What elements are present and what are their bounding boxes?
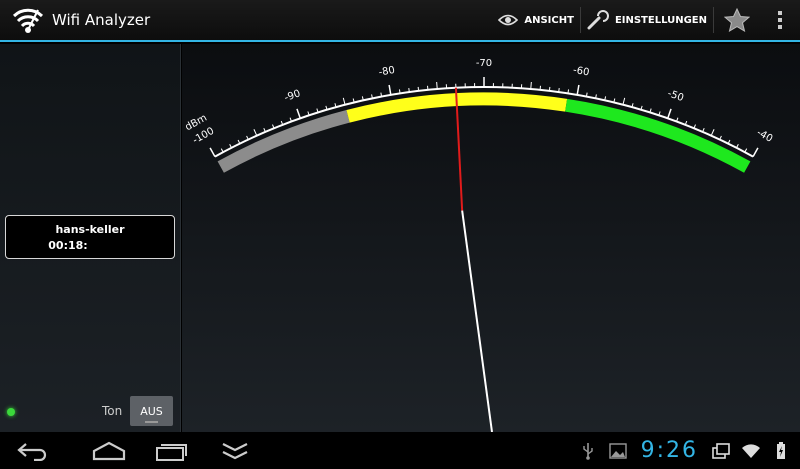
tone-toggle-button[interactable]: AUS — [130, 396, 173, 426]
needle-base — [461, 210, 493, 432]
battery-icon — [770, 432, 792, 469]
network-panel: hans-keller 00:18: Ton AUS — [0, 44, 181, 432]
tone-toggle-label: AUS — [140, 404, 163, 418]
scale-label: -70 — [476, 58, 492, 69]
collapse-button[interactable] — [205, 432, 265, 469]
scale-tick — [567, 89, 570, 94]
scale-label: -40 — [755, 127, 775, 145]
recent-apps-button[interactable] — [142, 432, 202, 469]
back-icon — [17, 442, 47, 461]
view-button[interactable]: ANSICHT — [492, 0, 580, 40]
view-label: ANSICHT — [524, 14, 574, 26]
scale-tick — [576, 84, 580, 96]
chevron-down-icon — [222, 442, 248, 459]
usb-icon — [577, 432, 599, 469]
scale-label: -60 — [572, 65, 590, 79]
tone-label: Ton — [102, 404, 123, 418]
scale-tick — [408, 88, 410, 93]
wifi-signal-icon — [740, 432, 762, 469]
network-card[interactable]: hans-keller 00:18: — [5, 215, 175, 259]
app-title: Wifi Analyzer — [52, 11, 151, 29]
scale-tick — [209, 147, 216, 157]
more-vertical-icon — [778, 11, 782, 29]
system-nav-bar: 9:26 — [0, 432, 800, 469]
network-ssid: hans-keller — [55, 223, 125, 236]
scale-tick — [436, 81, 438, 90]
scale-tick — [558, 88, 560, 93]
status-led-icon — [7, 408, 15, 416]
scale-tick — [253, 129, 258, 136]
favorite-button[interactable] — [714, 0, 760, 40]
recent-apps-icon — [156, 443, 187, 461]
star-icon — [724, 8, 750, 32]
sync-icon — [710, 432, 732, 469]
wrench-icon — [587, 10, 609, 30]
scale-label: -80 — [378, 65, 396, 79]
settings-label: EINSTELLUNGEN — [614, 14, 707, 26]
signal-meter-gauge: -100-90-80-70-60-50-40dBm — [184, 58, 775, 432]
home-button[interactable] — [79, 432, 139, 469]
scale-tick — [667, 108, 672, 119]
wifi-app-icon[interactable] — [10, 2, 46, 38]
network-mac: 00:18: — [48, 239, 88, 252]
overflow-menu-button[interactable] — [760, 0, 800, 40]
gallery-icon — [607, 432, 629, 469]
eye-icon — [498, 14, 519, 26]
home-icon — [92, 441, 126, 460]
scale-label: -90 — [283, 88, 302, 104]
scale-tick — [296, 108, 301, 119]
scale-tick — [710, 129, 715, 136]
signal-meter: -100 -90 -80 -70 -60 -50 -40 dBm — [182, 44, 800, 432]
scale-tick — [752, 147, 759, 157]
action-bar: Wifi Analyzer ANSICHT EINSTELLUNGEN — [0, 0, 800, 42]
scale-label: -50 — [666, 88, 685, 104]
settings-button[interactable]: EINSTELLUNGEN — [581, 0, 713, 40]
status-clock: 9:26 — [640, 438, 698, 463]
scale-tick — [398, 89, 401, 94]
scale-tick — [530, 81, 532, 90]
scale-tick — [388, 84, 392, 96]
scale-tick — [622, 97, 626, 105]
back-button[interactable] — [3, 432, 63, 469]
scale-tick — [342, 97, 346, 105]
needle — [454, 87, 464, 211]
